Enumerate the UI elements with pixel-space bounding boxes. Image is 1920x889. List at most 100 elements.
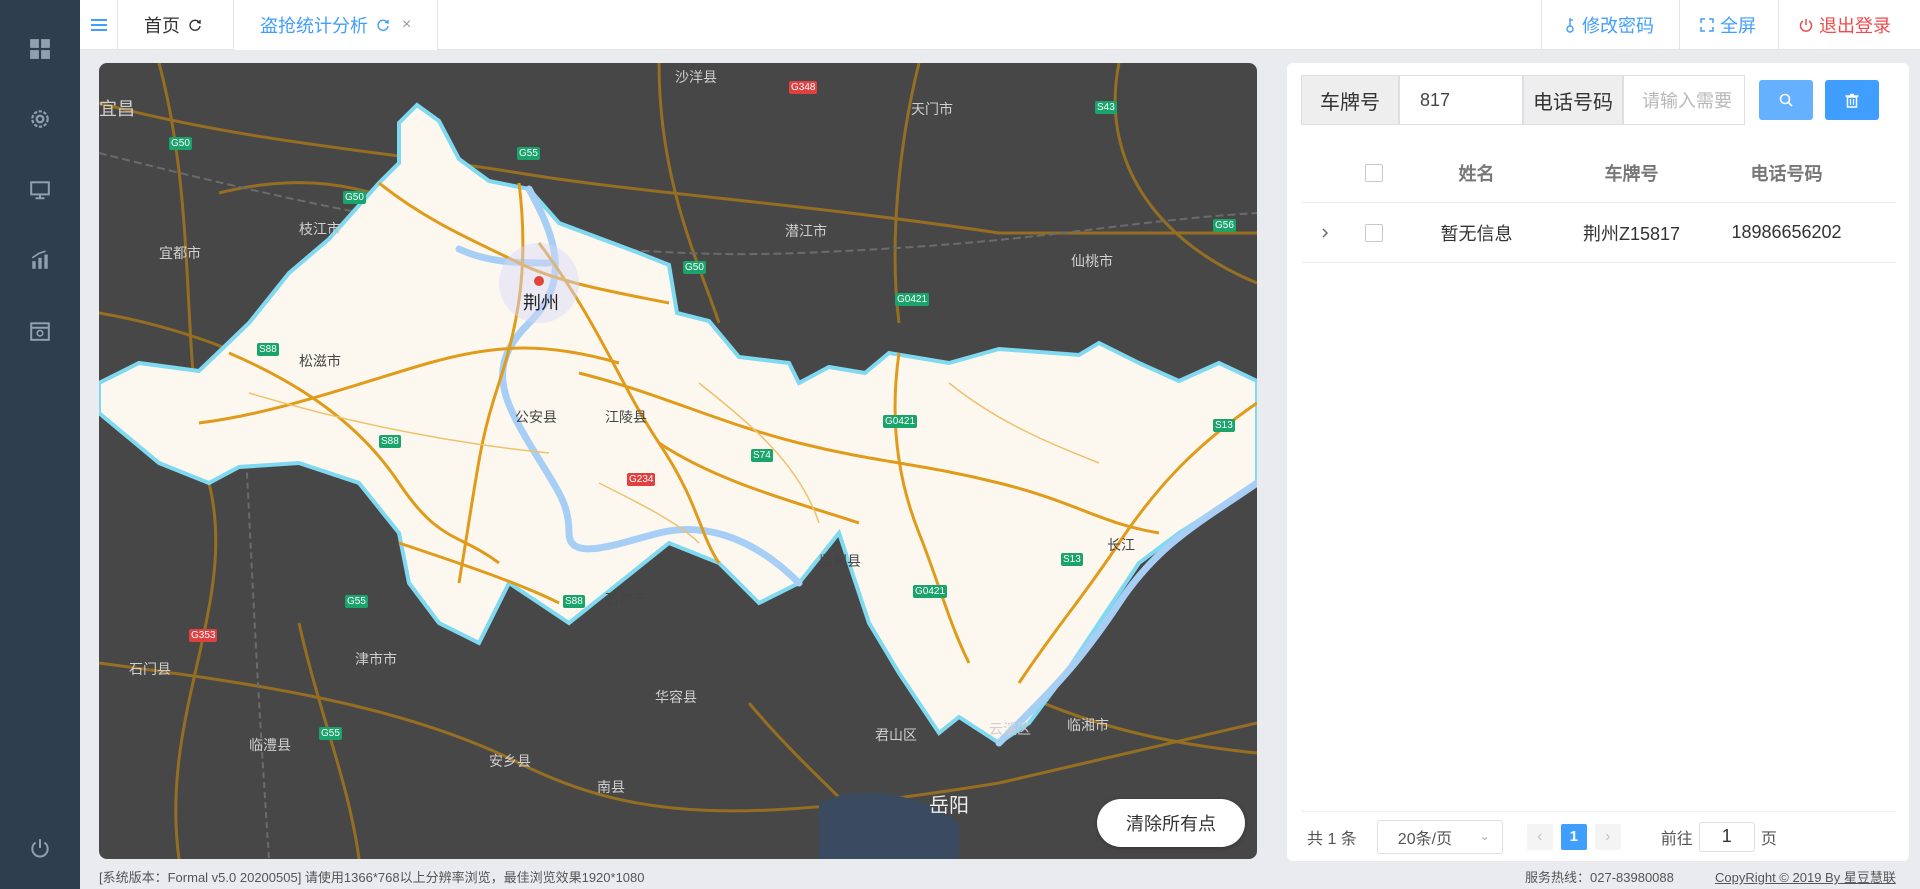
cell-phone: 18986656202 [1731, 222, 1842, 242]
road-shield: S13 [1213, 419, 1235, 432]
fullscreen-label: 全屏 [1720, 16, 1756, 36]
map-label: 天门市 [911, 101, 953, 117]
map-view[interactable]: 荆州 松滋市 公安县 江陵县 监利县 石首市 枝江市 潜江市 仙桃市 宜都市 天… [99, 63, 1257, 859]
key-icon [1564, 17, 1576, 33]
goto-prefix: 前往 [1660, 830, 1693, 848]
clear-all-points-button[interactable]: 清除所有点 [1097, 799, 1245, 847]
plate-input[interactable]: 817 [1399, 75, 1523, 125]
road-shield: G50 [683, 261, 706, 274]
archive-icon[interactable] [25, 316, 55, 346]
refresh-icon[interactable] [376, 18, 390, 32]
map-label: 华容县 [655, 689, 697, 705]
expand-column [1301, 227, 1349, 239]
tab-theft-analysis[interactable]: 盗抢统计分析 × [234, 0, 438, 50]
map-label: 南县 [597, 779, 625, 795]
map-label: 监利县 [819, 553, 861, 569]
topbar: 首页 盗抢统计分析 × 修改密码 全屏 退出登录 [80, 0, 1920, 50]
table-header: 姓名 车牌号 电话号码 [1301, 143, 1896, 203]
map-label: 宜昌 [99, 99, 135, 119]
delete-button[interactable] [1825, 80, 1879, 120]
header-name: 姓名 [1458, 163, 1495, 184]
dashboard-icon[interactable] [25, 34, 55, 64]
map-label: 君山区 [875, 727, 917, 743]
change-password-button[interactable]: 修改密码 [1541, 0, 1679, 50]
cell-name: 暂无信息 [1440, 223, 1513, 244]
road-shield: G234 [627, 473, 656, 486]
map-label: 临湘市 [1067, 717, 1109, 733]
road-shield: S43 [1095, 101, 1117, 114]
select-all-column [1349, 163, 1399, 182]
chevron-right-icon: › [1605, 827, 1611, 845]
map-label: 江陵县 [605, 409, 647, 425]
phone-label: 电话号码 [1523, 75, 1623, 125]
chevron-right-icon[interactable] [1320, 227, 1330, 239]
table-row[interactable]: 暂无信息 荆州Z15817 18986656202 [1301, 203, 1896, 263]
map-label: 长江 [1107, 537, 1135, 553]
search-button[interactable] [1759, 80, 1813, 120]
road-shield: G55 [345, 595, 368, 608]
plate-label: 车牌号 [1301, 75, 1399, 125]
refresh-icon[interactable] [188, 18, 202, 32]
road-shield: S13 [1061, 553, 1083, 566]
monitor-icon[interactable] [25, 175, 55, 205]
chart-icon[interactable] [25, 245, 55, 275]
hotline: 服务热线：027-83980088 [1525, 870, 1674, 885]
total-count: 共 1 条 [1307, 830, 1357, 848]
header-plate: 车牌号 [1604, 163, 1659, 184]
prev-page-button[interactable]: ‹ [1526, 823, 1553, 850]
trash-icon [1845, 93, 1859, 108]
road-shield: G0421 [895, 293, 930, 306]
road-shield: S88 [563, 595, 585, 608]
road-shield: S88 [379, 435, 401, 448]
query-panel: 车牌号 817 电话号码 请输入需要 姓名 车牌号 电话号码 暂无信息 荆州Z1… [1287, 63, 1909, 861]
fullscreen-button[interactable]: 全屏 [1679, 0, 1778, 50]
road-shield: G55 [517, 147, 540, 160]
road-shield: G56 [1213, 219, 1236, 232]
road-shield: G0421 [913, 585, 948, 598]
select-all-checkbox[interactable] [1365, 163, 1383, 182]
map-city-label: 荆州 [523, 293, 559, 313]
map-label: 宜都市 [159, 245, 201, 261]
logout-button[interactable]: 退出登录 [1778, 0, 1920, 50]
road-shield: G353 [189, 629, 218, 642]
power-icon[interactable] [25, 833, 55, 863]
chevron-down-icon: ⌄ [1479, 828, 1490, 843]
row-checkbox[interactable] [1365, 223, 1383, 242]
page-size-select[interactable]: 20条/页 ⌄ [1376, 819, 1503, 854]
map-label: 津市市 [355, 651, 397, 667]
footer: [系统版本：Formal v5.0 20200505] 请使用1366*768以… [99, 867, 1909, 887]
header-phone: 电话号码 [1750, 163, 1823, 184]
goto-page-input[interactable]: 1 [1698, 821, 1755, 852]
next-page-button[interactable]: › [1594, 823, 1621, 850]
map-label: 岳阳 [929, 795, 969, 817]
sidebar [0, 0, 80, 889]
map-label: 潜江市 [785, 223, 827, 239]
copyright-link[interactable]: CopyRight © 2019 By 星豆慧联 [1715, 867, 1896, 886]
tab-label: 盗抢统计分析 [260, 16, 368, 36]
page-number[interactable]: 1 [1560, 823, 1587, 850]
tab-home[interactable]: 首页 [118, 0, 234, 50]
goto-suffix: 页 [1760, 830, 1777, 848]
logout-label: 退出登录 [1819, 16, 1891, 36]
map-label: 云溪区 [989, 721, 1031, 737]
select-column [1349, 223, 1399, 242]
phone-input[interactable]: 请输入需要 [1623, 75, 1745, 125]
road-shield: S74 [751, 449, 773, 462]
road-shield: S88 [257, 343, 279, 356]
page-size-value: 20条/页 [1397, 830, 1453, 848]
cell-plate: 荆州Z15817 [1582, 223, 1681, 244]
close-icon[interactable]: × [402, 16, 411, 34]
road-shield: G55 [319, 727, 342, 740]
road-shield: G0421 [883, 415, 918, 428]
map-label: 松滋市 [299, 353, 341, 369]
menu-toggle-icon[interactable] [80, 0, 118, 50]
map-label: 石首市 [605, 591, 647, 607]
road-shield: G50 [343, 191, 366, 204]
result-table: 姓名 车牌号 电话号码 暂无信息 荆州Z15817 18986656202 [1301, 143, 1896, 263]
version-info: [系统版本：Formal v5.0 20200505] 请使用1366*768以… [99, 870, 645, 885]
map-label: 公安县 [515, 409, 557, 425]
settings-icon[interactable] [25, 104, 55, 134]
chevron-left-icon: ‹ [1537, 827, 1543, 845]
